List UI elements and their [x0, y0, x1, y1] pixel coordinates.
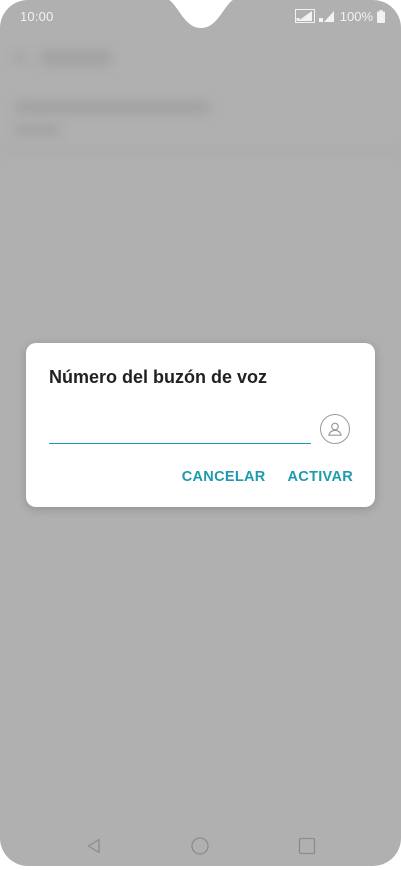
phone-frame: 10:00 100% Número del buzón de voz CANCE… — [0, 0, 401, 870]
battery-percent: 100% — [339, 8, 373, 24]
contact-icon — [328, 422, 342, 436]
contact-picker-button[interactable] — [320, 414, 350, 444]
back-button[interactable] — [82, 834, 106, 858]
navigation-bar — [0, 826, 401, 866]
voicemail-number-dialog: Número del buzón de voz CANCELAR ACTIVAR — [26, 343, 375, 507]
status-icons: 100% — [294, 8, 385, 24]
cancel-button[interactable]: CANCELAR — [182, 469, 266, 485]
background-setting-summary — [14, 124, 60, 136]
signal-icon — [294, 9, 315, 23]
notch — [168, 0, 234, 28]
battery-icon — [377, 9, 385, 23]
dialog-actions: CANCELAR ACTIVAR — [182, 469, 353, 485]
activate-button[interactable]: ACTIVAR — [288, 469, 353, 485]
back-icon — [87, 838, 100, 854]
background-divider — [0, 150, 401, 153]
status-bar: 10:00 100% — [0, 0, 401, 34]
home-icon — [191, 837, 209, 855]
recents-button[interactable] — [295, 834, 319, 858]
home-button[interactable] — [188, 834, 212, 858]
screen: 10:00 100% Número del buzón de voz CANCE… — [0, 0, 401, 866]
status-time: 10:00 — [20, 9, 54, 24]
dialog-title: Número del buzón de voz — [49, 367, 268, 387]
background-back-icon — [14, 52, 26, 64]
signal-icon — [318, 11, 334, 22]
background-title — [40, 50, 112, 66]
voicemail-number-field[interactable] — [49, 415, 311, 444]
background-setting-title — [14, 100, 210, 114]
voicemail-number-input[interactable] — [49, 415, 311, 443]
recents-icon — [298, 837, 316, 855]
